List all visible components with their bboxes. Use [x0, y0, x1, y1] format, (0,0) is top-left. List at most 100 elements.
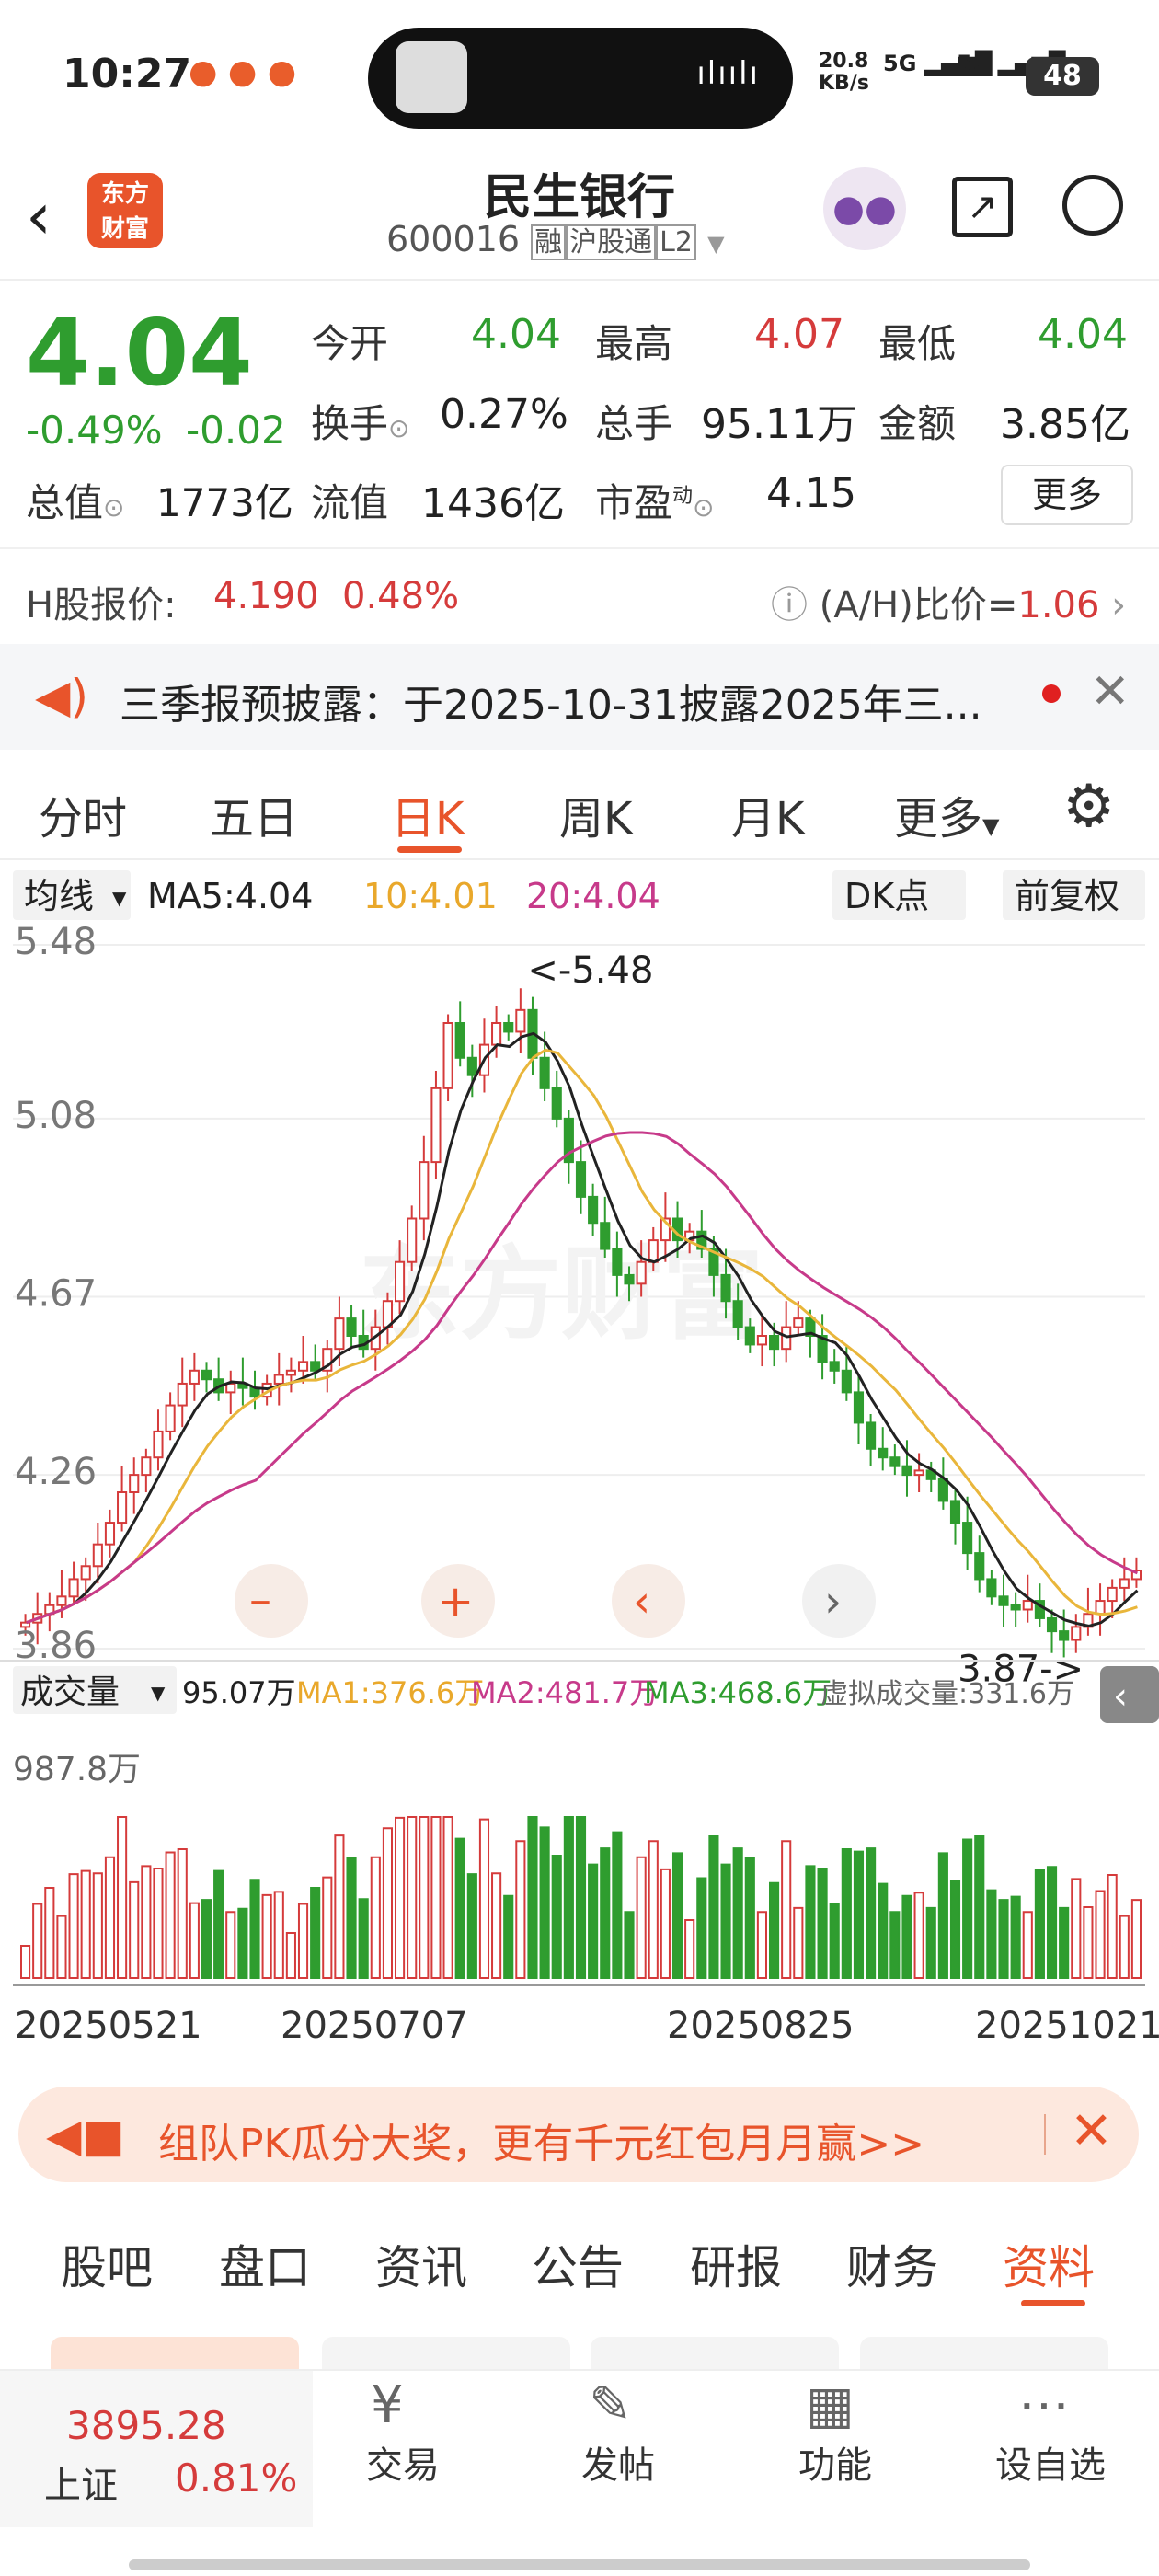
robot-assistant-icon[interactable]: ●● — [823, 167, 906, 250]
candle-body — [575, 1161, 587, 1198]
kline-chart-area[interactable]: 均线 ▼ MA5:4.04 10:4.01 20:4.04 DK点 前复权 东方… — [0, 860, 1159, 2075]
pe-value: 4.15 — [766, 470, 856, 517]
tab-daily-k[interactable]: 日K — [391, 782, 464, 846]
change-pct: -0.49% — [26, 408, 163, 453]
volume-bar — [1046, 1866, 1058, 1979]
volume-bar — [600, 1847, 611, 1979]
candle-body — [1059, 1630, 1070, 1641]
volume-bar — [177, 1848, 188, 1979]
x-tick-label: 20250825 — [667, 2005, 855, 2047]
sub-tabs-peek — [0, 2328, 1159, 2369]
tab-fenshi[interactable]: 分时 — [39, 782, 127, 846]
nav-trade[interactable]: ¥ 交易 — [329, 2371, 476, 2527]
media-thumbnail — [396, 41, 467, 113]
megaphone-icon: ◀■ — [46, 2109, 125, 2162]
promo-banner[interactable]: ◀■ 组队PK瓜分大奖，更有千元红包月月赢>> ✕ — [18, 2087, 1139, 2182]
index-ticker[interactable]: 3895.28 上证 0.81% — [0, 2371, 313, 2527]
volume-bar — [841, 1848, 852, 1979]
dynamic-island: ılıılı — [368, 28, 793, 129]
trade-icon: ¥ — [371, 2375, 404, 2435]
tab-profile[interactable]: 资料 — [1003, 2231, 1095, 2297]
volume-bar — [395, 1816, 406, 1979]
y-tick-label: 5.08 — [15, 1095, 97, 1137]
candle-body — [141, 1456, 152, 1477]
vol-ma2: MA2:481.7万 — [471, 1675, 659, 1710]
max-price-label: <-5.48 — [527, 949, 653, 992]
stock-code-row[interactable]: 600016 融沪股通 L2 ▼ — [386, 219, 725, 260]
volume-bar — [696, 1877, 707, 1979]
volume-bar — [370, 1856, 381, 1979]
nav-post[interactable]: ✎ 发帖 — [545, 2371, 692, 2527]
volume-bar — [334, 1834, 345, 1979]
candle-body — [1010, 1604, 1021, 1611]
volume-bar — [358, 1898, 369, 1979]
x-tick-label: 20250707 — [281, 2005, 468, 2047]
candle-body — [962, 1522, 973, 1555]
candle-body — [974, 1552, 985, 1581]
candle-body — [454, 1022, 465, 1059]
h-share-row[interactable]: H股报价: 4.190 0.48% ⓘ (A/H)比价=1.06 › — [0, 547, 1159, 639]
close-icon[interactable]: ✕ — [1090, 664, 1130, 719]
tab-research[interactable]: 研报 — [690, 2231, 782, 2297]
amount-value: 3.85亿 — [1000, 401, 1130, 448]
tab-announce[interactable]: 公告 — [532, 2231, 624, 2297]
candle-body — [1119, 1578, 1130, 1589]
volume-bar — [1071, 1878, 1082, 1979]
candle-body — [334, 1317, 345, 1351]
volume-bar — [92, 1872, 103, 1979]
volume-bar — [636, 1856, 647, 1979]
volume-bar — [430, 1816, 442, 1979]
volume-bar — [1107, 1874, 1118, 1979]
banner-text: 组队PK瓜分大奖，更有千元红包月月赢>> — [158, 2121, 925, 2168]
settings-icon[interactable]: ⚙ — [1062, 773, 1115, 841]
candle-body — [878, 1447, 889, 1459]
candle-body — [297, 1361, 309, 1372]
tab-more[interactable]: 更多▼ — [894, 782, 999, 846]
volume-max-label: 987.8万 — [13, 1751, 141, 1788]
volume-bar — [20, 1945, 31, 1979]
volume-bar — [925, 1906, 936, 1979]
volume-bar — [32, 1903, 43, 1979]
search-icon[interactable] — [1062, 175, 1123, 236]
candle-body — [346, 1317, 357, 1338]
tab-pankou[interactable]: 盘口 — [219, 2231, 311, 2297]
volume-bar — [551, 1855, 562, 1979]
candle-body — [829, 1361, 840, 1372]
bottom-nav: 3895.28 上证 0.81% ¥ 交易 ✎ 发帖 ▦ 功能 ⋯ 设自选 — [0, 2369, 1159, 2576]
tab-finance[interactable]: 财务 — [846, 2231, 938, 2297]
grid-icon: ▦ — [806, 2375, 855, 2435]
index-pct: 0.81% — [175, 2455, 298, 2501]
tab-guba[interactable]: 股吧 — [61, 2231, 153, 2297]
candle-body — [129, 1474, 140, 1493]
notice-bar[interactable]: ◀) 三季报预披露：于2025-10-31披露2025年三... ✕ — [0, 644, 1159, 750]
amount-label: 金额 — [878, 401, 957, 446]
candle-body — [624, 1273, 635, 1285]
edit-icon: ✎ — [589, 2375, 632, 2435]
volume-bar — [1119, 1915, 1130, 1979]
tab-news[interactable]: 资讯 — [375, 2231, 467, 2297]
net-speed: 20.8 KB/s — [819, 50, 869, 95]
open-label: 今开 — [311, 321, 389, 366]
float-value: 1436亿 — [421, 480, 565, 527]
share-icon[interactable]: ↗ — [952, 177, 1013, 237]
nav-add-favorite[interactable]: ⋯ 设自选 — [977, 2371, 1124, 2527]
candle-body — [104, 1522, 116, 1546]
tab-monthly-k[interactable]: 月K — [731, 782, 804, 846]
volume-label: 总手 — [595, 401, 673, 446]
candle-body — [551, 1087, 562, 1120]
ma5-value: MA5:4.04 — [147, 876, 313, 916]
candle-body — [1095, 1600, 1106, 1616]
more-button[interactable]: 更多 — [1001, 465, 1133, 525]
app-notification-icons: ● ● ● — [189, 53, 297, 91]
low-value: 4.04 — [1038, 311, 1128, 358]
volume-bar — [962, 1838, 973, 1979]
candle-body — [889, 1456, 901, 1467]
volume-bar — [1059, 1906, 1070, 1979]
nav-function[interactable]: ▦ 功能 — [762, 2371, 909, 2527]
ma-select-label: 均线 — [24, 876, 94, 916]
volume-bar — [853, 1850, 865, 1979]
volume-bar — [1083, 1906, 1094, 1979]
tab-weekly-k[interactable]: 周K — [559, 782, 632, 846]
tab-five-day[interactable]: 五日 — [210, 782, 298, 846]
close-icon[interactable]: ✕ — [1070, 2101, 1113, 2161]
